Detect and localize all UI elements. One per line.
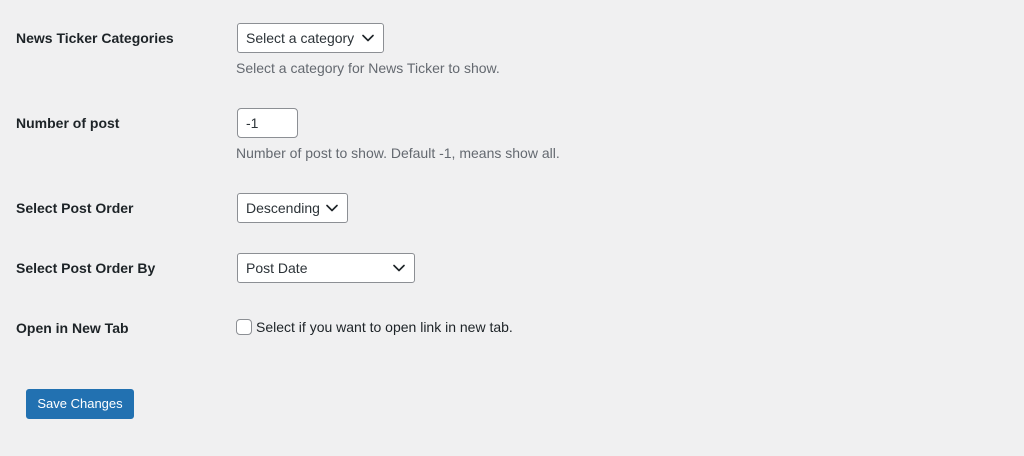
open-new-tab-checkbox-label[interactable]: Select if you want to open link in new t… bbox=[256, 317, 513, 337]
categories-description: Select a category for News Ticker to sho… bbox=[236, 60, 500, 76]
categories-label: News Ticker Categories bbox=[16, 30, 174, 46]
post-order-select[interactable]: Descending bbox=[237, 193, 348, 223]
post-order-by-label: Select Post Order By bbox=[16, 260, 156, 276]
post-order-by-select-value: Post Date bbox=[246, 260, 308, 276]
chevron-down-icon bbox=[392, 261, 406, 275]
chevron-down-icon bbox=[361, 31, 375, 45]
post-order-label: Select Post Order bbox=[16, 200, 134, 216]
number-of-post-label: Number of post bbox=[16, 115, 120, 131]
post-order-select-value: Descending bbox=[246, 200, 320, 216]
number-of-post-description: Number of post to show. Default -1, mean… bbox=[236, 145, 560, 161]
open-new-tab-label: Open in New Tab bbox=[16, 320, 129, 336]
number-of-post-input[interactable] bbox=[237, 108, 298, 138]
chevron-down-icon bbox=[326, 201, 339, 215]
open-new-tab-checkbox[interactable] bbox=[236, 319, 252, 335]
save-changes-button[interactable]: Save Changes bbox=[26, 389, 134, 419]
category-select-value: Select a category bbox=[246, 30, 355, 46]
post-order-by-select[interactable]: Post Date bbox=[237, 253, 415, 283]
category-select[interactable]: Select a category bbox=[237, 23, 384, 53]
